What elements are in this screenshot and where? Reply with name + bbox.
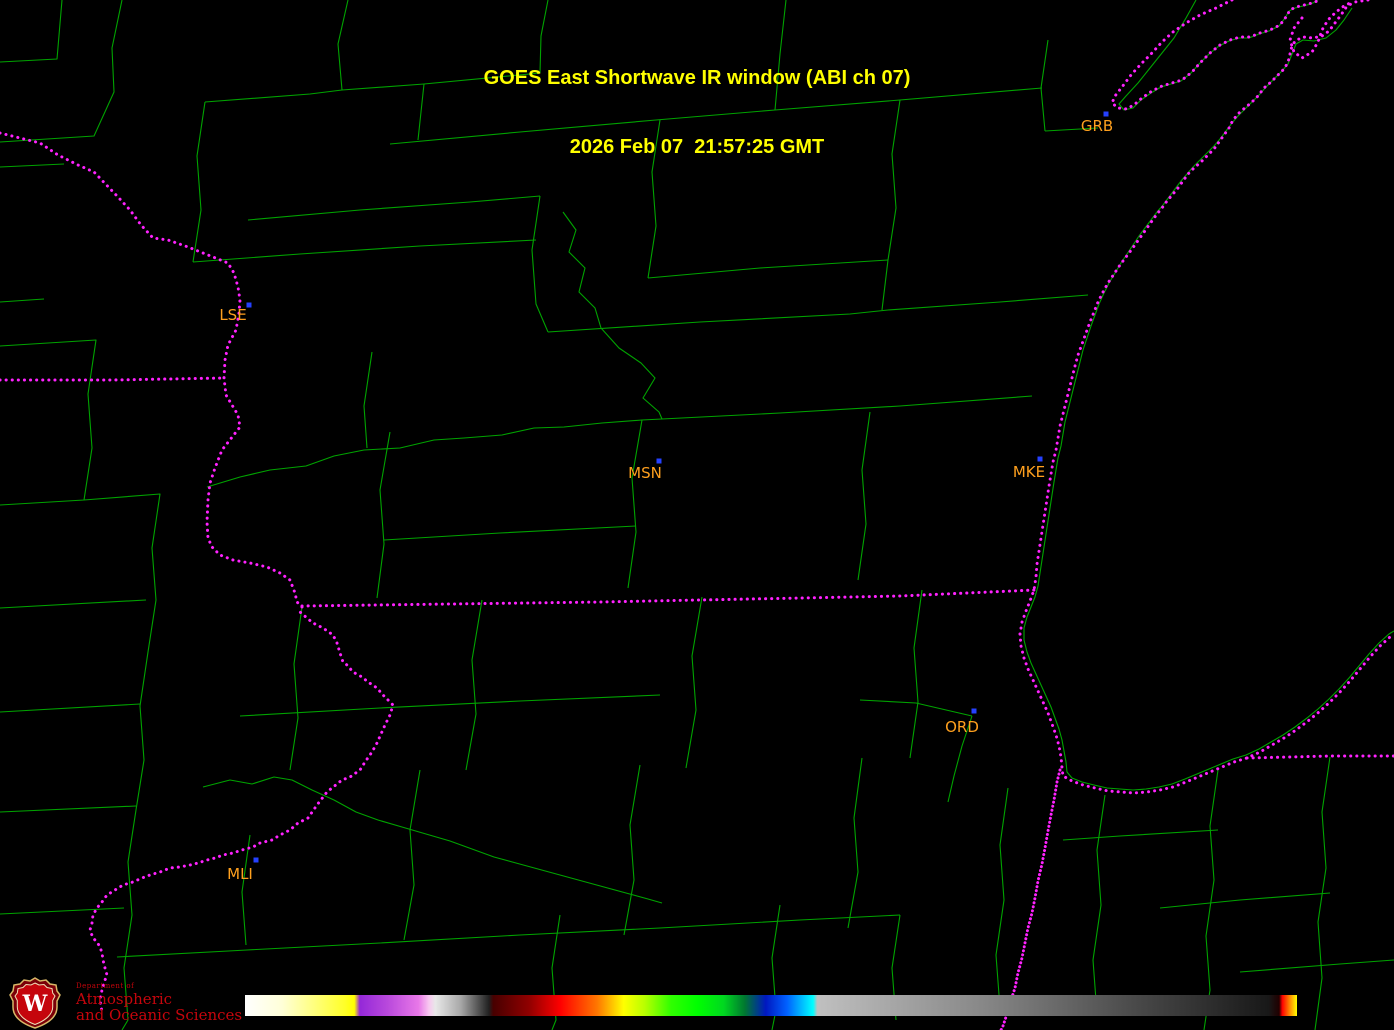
county-line	[240, 695, 660, 716]
county-line	[117, 915, 900, 957]
county-line	[848, 758, 862, 928]
product-title: GOES East Shortwave IR window (ABI ch 07…	[0, 67, 1394, 90]
temperature-colorbar	[245, 995, 1297, 1016]
county-line	[84, 494, 160, 1030]
county-line	[686, 597, 702, 768]
city-label: MLI	[227, 865, 253, 883]
county-line	[404, 770, 420, 940]
county-line	[888, 295, 1088, 310]
county-line	[648, 260, 888, 278]
logo-text: Department of Atmospheric and Oceanic Sc…	[76, 983, 242, 1024]
county-line	[996, 788, 1008, 1008]
county-line	[1063, 830, 1218, 840]
state-border-dotted	[0, 378, 224, 380]
county-line	[1160, 893, 1330, 908]
city-label: ORD	[945, 718, 979, 736]
county-line	[290, 607, 302, 770]
county-line	[0, 600, 146, 608]
city-marker	[254, 858, 259, 863]
county-line	[242, 835, 250, 945]
county-line	[628, 420, 642, 588]
image-title: GOES East Shortwave IR window (ABI ch 07…	[0, 21, 1394, 205]
city-marker	[247, 303, 252, 308]
county-line	[1204, 770, 1218, 1030]
satellite-image-viewer: GRBLSEMSNMKEORDMLI GOES East Shortwave I…	[0, 0, 1394, 1030]
county-line	[858, 412, 870, 580]
city-label: MKE	[1013, 463, 1045, 481]
county-line	[384, 526, 636, 540]
state-border-dotted	[1001, 770, 1060, 1030]
county-line	[882, 260, 888, 310]
county-line	[377, 432, 390, 598]
county-line	[1093, 795, 1105, 1014]
city-label: MSN	[628, 464, 662, 482]
county-line	[207, 419, 662, 487]
county-line	[1240, 960, 1394, 972]
logo-line2: and Oceanic Sciences	[76, 1008, 242, 1024]
state-border-dotted	[1247, 756, 1394, 758]
county-line	[0, 908, 124, 914]
county-line	[0, 806, 136, 812]
state-border-dotted	[0, 133, 393, 1012]
timestamp: 2026 Feb 07 21:57:25 GMT	[0, 136, 1394, 159]
county-line	[563, 212, 662, 419]
city-marker	[1038, 457, 1043, 462]
city-markers: GRBLSEMSNMKEORDMLI	[219, 112, 1113, 884]
city-marker	[972, 709, 977, 714]
county-line	[364, 352, 372, 448]
county-line	[0, 340, 96, 505]
county-line	[0, 704, 140, 712]
county-line	[532, 196, 548, 332]
uw-crest-icon: W	[8, 977, 62, 1029]
county-line	[910, 590, 922, 758]
county-line	[624, 765, 640, 935]
city-label: LSE	[219, 306, 246, 324]
county-line	[193, 240, 536, 262]
logo-dept: Department of	[76, 983, 242, 990]
svg-text:W: W	[22, 991, 48, 1017]
county-line	[466, 600, 482, 770]
county-line	[662, 396, 1032, 419]
state-border-dotted	[302, 590, 1034, 606]
uw-aos-logo: W Department of Atmospheric and Oceanic …	[8, 977, 242, 1029]
county-line	[0, 299, 44, 302]
city-marker	[657, 459, 662, 464]
